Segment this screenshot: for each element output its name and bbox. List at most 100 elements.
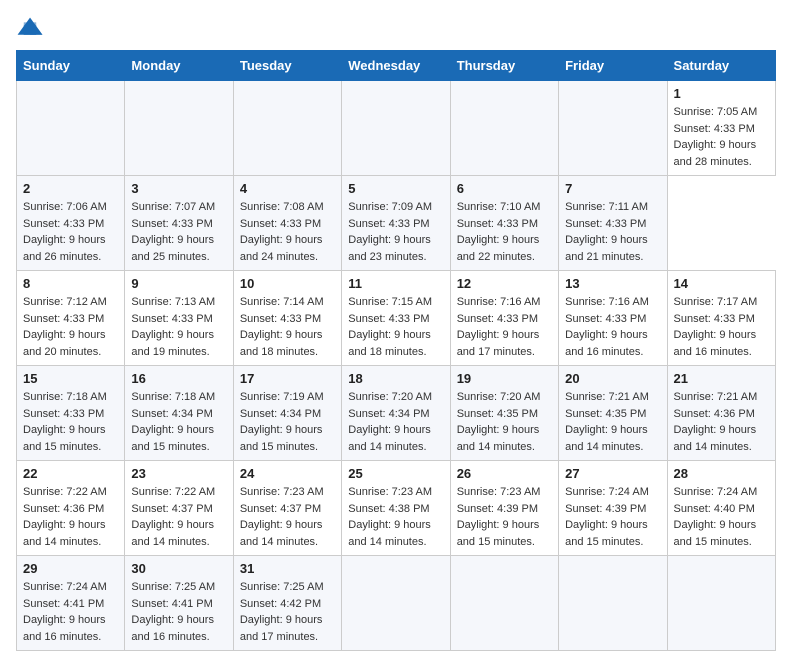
header-thursday: Thursday — [450, 51, 558, 81]
day-cell-4: 4 Sunrise: 7:08 AMSunset: 4:33 PMDaylight… — [233, 176, 341, 271]
day-number-9: 9 — [131, 276, 226, 291]
day-number-22: 22 — [23, 466, 118, 481]
day-detail-23: Sunrise: 7:22 AMSunset: 4:37 PMDaylight:… — [131, 484, 226, 550]
day-detail-3: Sunrise: 7:07 AMSunset: 4:33 PMDaylight:… — [131, 199, 226, 265]
day-detail-31: Sunrise: 7:25 AMSunset: 4:42 PMDaylight:… — [240, 579, 335, 645]
day-detail-7: Sunrise: 7:11 AMSunset: 4:33 PMDaylight:… — [565, 199, 660, 265]
day-number-19: 19 — [457, 371, 552, 386]
empty-cell — [450, 81, 558, 176]
day-detail-10: Sunrise: 7:14 AMSunset: 4:33 PMDaylight:… — [240, 294, 335, 360]
day-detail-4: Sunrise: 7:08 AMSunset: 4:33 PMDaylight:… — [240, 199, 335, 265]
day-detail-20: Sunrise: 7:21 AMSunset: 4:35 PMDaylight:… — [565, 389, 660, 455]
day-cell-28: 28Sunrise: 7:24 AMSunset: 4:40 PMDayligh… — [667, 461, 775, 556]
day-detail-19: Sunrise: 7:20 AMSunset: 4:35 PMDaylight:… — [457, 389, 552, 455]
day-detail-13: Sunrise: 7:16 AMSunset: 4:33 PMDaylight:… — [565, 294, 660, 360]
day-number-16: 16 — [131, 371, 226, 386]
header-wednesday: Wednesday — [342, 51, 450, 81]
day-number-2: 2 — [23, 181, 118, 196]
empty-cell — [342, 81, 450, 176]
day-cell-22: 22 Sunrise: 7:22 AMSunset: 4:36 PMDayligh… — [17, 461, 125, 556]
week-row-5: 22 Sunrise: 7:22 AMSunset: 4:36 PMDayligh… — [17, 461, 776, 556]
day-detail-2: Sunrise: 7:06 AMSunset: 4:33 PMDaylight:… — [23, 199, 118, 265]
day-number-18: 18 — [348, 371, 443, 386]
day-cell-11: 11Sunrise: 7:15 AMSunset: 4:33 PMDayligh… — [342, 271, 450, 366]
empty-cell — [233, 81, 341, 176]
day-cell-27: 27 Sunrise: 7:24 AMSunset: 4:39 PMDayligh… — [559, 461, 667, 556]
day-number-1: 1 — [674, 86, 769, 101]
page-header — [16, 16, 776, 38]
day-cell-19: 19 Sunrise: 7:20 AMSunset: 4:35 PMDayligh… — [450, 366, 558, 461]
day-cell-17: 17 Sunrise: 7:19 AMSunset: 4:34 PMDayligh… — [233, 366, 341, 461]
day-number-23: 23 — [131, 466, 226, 481]
day-cell-3: 3Sunrise: 7:07 AMSunset: 4:33 PMDaylight… — [125, 176, 233, 271]
empty-cell — [559, 556, 667, 651]
day-detail-16: Sunrise: 7:18 AMSunset: 4:34 PMDaylight:… — [131, 389, 226, 455]
day-number-4: 4 — [240, 181, 335, 196]
day-detail-12: Sunrise: 7:16 AMSunset: 4:33 PMDaylight:… — [457, 294, 552, 360]
empty-cell — [342, 556, 450, 651]
day-cell-24: 24 Sunrise: 7:23 AMSunset: 4:37 PMDayligh… — [233, 461, 341, 556]
day-cell-10: 10Sunrise: 7:14 AMSunset: 4:33 PMDayligh… — [233, 271, 341, 366]
day-cell-13: 13 Sunrise: 7:16 AMSunset: 4:33 PMDayligh… — [559, 271, 667, 366]
day-cell-6: 6 Sunrise: 7:10 AMSunset: 4:33 PMDaylight… — [450, 176, 558, 271]
day-cell-16: 16 Sunrise: 7:18 AMSunset: 4:34 PMDayligh… — [125, 366, 233, 461]
logo-icon — [16, 16, 44, 38]
day-cell-20: 20 Sunrise: 7:21 AMSunset: 4:35 PMDayligh… — [559, 366, 667, 461]
day-detail-18: Sunrise: 7:20 AMSunset: 4:34 PMDaylight:… — [348, 389, 443, 455]
empty-cell — [17, 81, 125, 176]
empty-cell — [559, 81, 667, 176]
day-number-5: 5 — [348, 181, 443, 196]
day-cell-29: 29Sunrise: 7:24 AMSunset: 4:41 PMDayligh… — [17, 556, 125, 651]
day-number-27: 27 — [565, 466, 660, 481]
day-number-15: 15 — [23, 371, 118, 386]
day-detail-25: Sunrise: 7:23 AMSunset: 4:38 PMDaylight:… — [348, 484, 443, 550]
empty-cell — [667, 556, 775, 651]
empty-cell — [125, 81, 233, 176]
day-cell-30: 30Sunrise: 7:25 AMSunset: 4:41 PMDayligh… — [125, 556, 233, 651]
week-row-4: 15Sunrise: 7:18 AMSunset: 4:33 PMDayligh… — [17, 366, 776, 461]
day-detail-11: Sunrise: 7:15 AMSunset: 4:33 PMDaylight:… — [348, 294, 443, 360]
day-detail-6: Sunrise: 7:10 AMSunset: 4:33 PMDaylight:… — [457, 199, 552, 265]
day-detail-27: Sunrise: 7:24 AMSunset: 4:39 PMDaylight:… — [565, 484, 660, 550]
day-detail-8: Sunrise: 7:12 AMSunset: 4:33 PMDaylight:… — [23, 294, 118, 360]
day-detail-22: Sunrise: 7:22 AMSunset: 4:36 PMDaylight:… — [23, 484, 118, 550]
header-tuesday: Tuesday — [233, 51, 341, 81]
header-sunday: Sunday — [17, 51, 125, 81]
calendar-table: SundayMondayTuesdayWednesdayThursdayFrid… — [16, 50, 776, 651]
day-number-17: 17 — [240, 371, 335, 386]
day-cell-1: 1 Sunrise: 7:05 AMSunset: 4:33 PMDaylight… — [667, 81, 775, 176]
weekday-header-row: SundayMondayTuesdayWednesdayThursdayFrid… — [17, 51, 776, 81]
day-cell-14: 14Sunrise: 7:17 AMSunset: 4:33 PMDayligh… — [667, 271, 775, 366]
day-cell-2: 2 Sunrise: 7:06 AMSunset: 4:33 PMDaylight… — [17, 176, 125, 271]
logo — [16, 16, 48, 38]
day-number-7: 7 — [565, 181, 660, 196]
day-detail-1: Sunrise: 7:05 AMSunset: 4:33 PMDaylight:… — [674, 104, 769, 170]
day-detail-17: Sunrise: 7:19 AMSunset: 4:34 PMDaylight:… — [240, 389, 335, 455]
day-number-13: 13 — [565, 276, 660, 291]
day-cell-8: 8 Sunrise: 7:12 AMSunset: 4:33 PMDaylight… — [17, 271, 125, 366]
day-cell-23: 23 Sunrise: 7:22 AMSunset: 4:37 PMDayligh… — [125, 461, 233, 556]
day-number-25: 25 — [348, 466, 443, 481]
day-cell-12: 12Sunrise: 7:16 AMSunset: 4:33 PMDayligh… — [450, 271, 558, 366]
day-detail-28: Sunrise: 7:24 AMSunset: 4:40 PMDaylight:… — [674, 484, 769, 550]
day-number-26: 26 — [457, 466, 552, 481]
day-number-24: 24 — [240, 466, 335, 481]
day-cell-7: 7 Sunrise: 7:11 AMSunset: 4:33 PMDaylight… — [559, 176, 667, 271]
day-number-8: 8 — [23, 276, 118, 291]
day-number-20: 20 — [565, 371, 660, 386]
empty-cell — [450, 556, 558, 651]
day-detail-5: Sunrise: 7:09 AMSunset: 4:33 PMDaylight:… — [348, 199, 443, 265]
day-cell-9: 9 Sunrise: 7:13 AMSunset: 4:33 PMDaylight… — [125, 271, 233, 366]
week-row-3: 8 Sunrise: 7:12 AMSunset: 4:33 PMDaylight… — [17, 271, 776, 366]
header-monday: Monday — [125, 51, 233, 81]
day-number-6: 6 — [457, 181, 552, 196]
day-cell-21: 21Sunrise: 7:21 AMSunset: 4:36 PMDayligh… — [667, 366, 775, 461]
day-cell-26: 26Sunrise: 7:23 AMSunset: 4:39 PMDayligh… — [450, 461, 558, 556]
day-cell-5: 5 Sunrise: 7:09 AMSunset: 4:33 PMDaylight… — [342, 176, 450, 271]
day-cell-31: 31Sunrise: 7:25 AMSunset: 4:42 PMDayligh… — [233, 556, 341, 651]
day-detail-9: Sunrise: 7:13 AMSunset: 4:33 PMDaylight:… — [131, 294, 226, 360]
header-friday: Friday — [559, 51, 667, 81]
week-row-2: 2 Sunrise: 7:06 AMSunset: 4:33 PMDaylight… — [17, 176, 776, 271]
day-detail-24: Sunrise: 7:23 AMSunset: 4:37 PMDaylight:… — [240, 484, 335, 550]
day-number-30: 30 — [131, 561, 226, 576]
